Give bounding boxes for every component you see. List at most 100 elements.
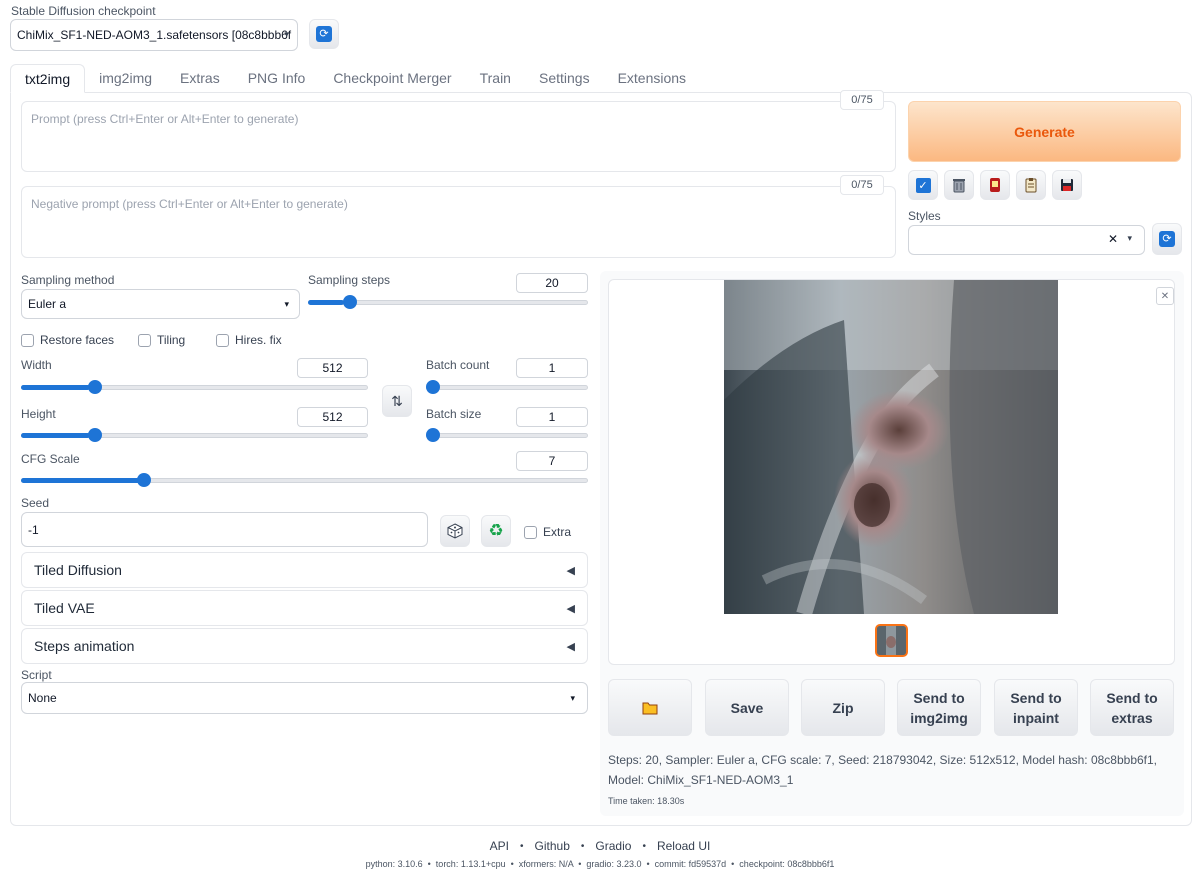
save-button[interactable]: Save <box>705 679 789 736</box>
folder-icon <box>642 702 658 714</box>
triangle-left-icon: ◀ <box>566 602 575 615</box>
hires-fix-label: Hires. fix <box>235 333 282 347</box>
close-icon[interactable]: ✕ <box>1108 232 1118 246</box>
cfg-scale-label: CFG Scale <box>21 452 80 466</box>
footer-link-reload-ui[interactable]: Reload UI <box>657 839 710 853</box>
tab-png-info[interactable]: PNG Info <box>234 64 320 93</box>
clipboard-icon <box>1025 178 1037 193</box>
refresh-icon: ⟳ <box>316 26 332 42</box>
swap-icon: ⇅ <box>391 392 403 409</box>
accordion-title: Tiled VAE <box>34 600 95 616</box>
generated-image[interactable] <box>724 280 1058 614</box>
batch-count-input[interactable]: 1 <box>516 358 588 378</box>
tab-txt2img[interactable]: txt2img <box>10 64 86 93</box>
accordion-title: Steps animation <box>34 638 135 654</box>
height-slider[interactable] <box>21 426 368 444</box>
save-disk-icon <box>1061 179 1073 191</box>
sampling-method-label: Sampling method <box>21 273 115 287</box>
sampling-method-value: Euler a <box>28 297 67 311</box>
extra-label: Extra <box>543 525 572 539</box>
width-slider[interactable] <box>21 378 368 396</box>
chevron-down-icon: ▾ <box>1127 233 1132 243</box>
tiling-checkbox[interactable]: Tiling <box>138 333 185 347</box>
version-info: python: 3.10.6 • torch: 1.13.1+cpu • xfo… <box>365 859 835 869</box>
seed-value: -1 <box>28 522 39 537</box>
steps-animation-accordion[interactable]: Steps animation ◀ <box>21 628 588 664</box>
chevron-down-icon: ▾ <box>284 299 289 309</box>
width-input[interactable]: 512 <box>297 358 368 378</box>
script-value: None <box>28 691 57 705</box>
refresh-checkpoint-button[interactable]: ⟳ <box>309 19 339 49</box>
show-extra-networks-button[interactable]: ✓ <box>908 170 938 200</box>
checkbox-icon: ✓ <box>915 177 931 193</box>
cfg-scale-input[interactable]: 7 <box>516 451 588 471</box>
reuse-seed-button[interactable]: ♻ <box>481 515 511 547</box>
styles-label: Styles <box>908 209 941 223</box>
swap-dimensions-button[interactable]: ⇅ <box>382 385 412 417</box>
save-style-button[interactable] <box>1052 170 1082 200</box>
tab-train[interactable]: Train <box>466 64 525 93</box>
batch-count-slider[interactable] <box>426 378 588 396</box>
footer-link-api[interactable]: API <box>490 839 509 853</box>
negative-prompt-input[interactable]: Negative prompt (press Ctrl+Enter or Alt… <box>21 186 896 258</box>
separator: • <box>642 840 646 852</box>
tab-settings[interactable]: Settings <box>525 64 604 93</box>
gallery-thumbnail[interactable] <box>875 624 908 657</box>
tiled-diffusion-accordion[interactable]: Tiled Diffusion ◀ <box>21 552 588 588</box>
script-label: Script <box>21 668 52 682</box>
batch-count-label: Batch count <box>426 358 490 372</box>
open-folder-button[interactable] <box>608 679 692 736</box>
dice-icon <box>447 523 463 539</box>
script-select[interactable]: None ▾ <box>21 682 588 714</box>
paste-prompt-button[interactable] <box>1016 170 1046 200</box>
tab-img2img[interactable]: img2img <box>85 64 166 93</box>
tab-extras[interactable]: Extras <box>166 64 234 93</box>
negative-prompt-placeholder: Negative prompt (press Ctrl+Enter or Alt… <box>31 197 348 211</box>
send-to-extras-button[interactable]: Send to extras <box>1090 679 1174 736</box>
seed-input[interactable]: -1 <box>21 512 428 547</box>
close-icon[interactable]: ✕ <box>1156 287 1174 305</box>
width-label: Width <box>21 358 52 372</box>
footer-links: API • Github • Gradio • Reload UI <box>0 839 1200 853</box>
seed-label: Seed <box>21 496 50 510</box>
batch-size-slider[interactable] <box>426 426 588 444</box>
separator: • <box>580 840 585 852</box>
main-tabs: txt2img img2img Extras PNG Info Checkpoi… <box>10 64 700 93</box>
footer-link-gradio[interactable]: Gradio <box>595 839 631 853</box>
sampling-steps-input[interactable]: 20 <box>516 273 588 293</box>
sampling-method-select[interactable]: Euler a ▾ <box>21 289 300 319</box>
prompt-input[interactable]: Prompt (press Ctrl+Enter or Alt+Enter to… <box>21 101 896 172</box>
cfg-scale-slider[interactable] <box>21 471 588 489</box>
apply-styles-button[interactable] <box>980 170 1010 200</box>
checkpoint-select[interactable]: ChiMix_SF1-NED-AOM3_1.safetensors [08c8b… <box>10 19 298 51</box>
chevron-down-icon: ▾ <box>284 29 289 39</box>
send-to-img2img-button[interactable]: Send to img2img <box>897 679 981 736</box>
tab-checkpoint-merger[interactable]: Checkpoint Merger <box>319 64 465 93</box>
refresh-styles-button[interactable]: ⟳ <box>1152 223 1182 255</box>
checkpoint-value: ChiMix_SF1-NED-AOM3_1.safetensors [08c8b… <box>17 28 292 42</box>
send-to-inpaint-button[interactable]: Send to inpaint <box>994 679 1078 736</box>
batch-size-input[interactable]: 1 <box>516 407 588 427</box>
sampling-steps-slider[interactable] <box>308 293 588 311</box>
footer-link-github[interactable]: Github <box>535 839 570 853</box>
tiling-label: Tiling <box>157 333 186 347</box>
clear-prompt-button[interactable] <box>944 170 974 200</box>
extra-seed-checkbox[interactable]: Extra <box>524 525 571 539</box>
trash-icon <box>953 179 965 193</box>
height-label: Height <box>21 407 56 421</box>
generate-button[interactable]: Generate <box>908 101 1181 162</box>
height-input[interactable]: 512 <box>297 407 368 427</box>
prompt-token-counter: 0/75 <box>840 90 884 110</box>
time-taken: Time taken: 18.30s <box>608 796 685 806</box>
zip-button[interactable]: Zip <box>801 679 885 736</box>
separator: • <box>520 840 524 852</box>
hires-fix-checkbox[interactable]: Hires. fix <box>216 333 282 347</box>
random-seed-button[interactable] <box>440 515 470 547</box>
generated-image-render <box>724 280 1058 614</box>
restore-faces-checkbox[interactable]: Restore faces <box>21 333 114 347</box>
tab-extensions[interactable]: Extensions <box>604 64 700 93</box>
styles-select[interactable]: ✕ ▾ <box>908 225 1145 255</box>
sampling-steps-label: Sampling steps <box>308 273 391 287</box>
checkpoint-label: Stable Diffusion checkpoint <box>11 4 156 18</box>
tiled-vae-accordion[interactable]: Tiled VAE ◀ <box>21 590 588 626</box>
